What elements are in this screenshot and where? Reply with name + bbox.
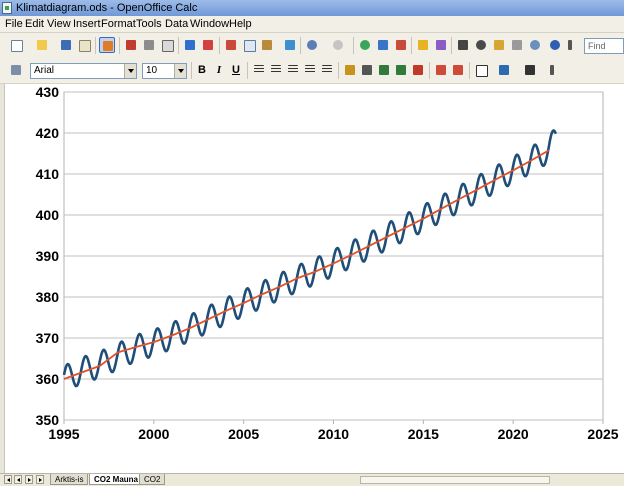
- menu-format[interactable]: Format: [100, 18, 137, 31]
- y-tick-label: 390: [36, 248, 60, 264]
- co2-chart[interactable]: 3503603703803904004104204301995 2000 2005 2…: [5, 84, 624, 473]
- font-size-value: 10: [146, 65, 158, 76]
- preview-icon[interactable]: [159, 37, 175, 53]
- menu-insert[interactable]: Insert: [72, 18, 102, 31]
- sheet-tab-co2-mauna[interactable]: CO2 Mauna: [89, 474, 144, 485]
- calc-app-icon: [2, 2, 12, 14]
- open-icon[interactable]: [34, 37, 50, 53]
- y-tick-label: 380: [36, 289, 60, 305]
- x-tick-label: 2015: [408, 426, 439, 442]
- background-color-icon[interactable]: [496, 62, 512, 78]
- datasource-icon[interactable]: [509, 37, 525, 53]
- hyperlink-icon[interactable]: [357, 37, 373, 53]
- x-tick-label: 2000: [138, 426, 169, 442]
- number-format-icon[interactable]: [376, 62, 392, 78]
- font-color-icon[interactable]: [522, 62, 538, 78]
- help-icon[interactable]: [547, 37, 563, 53]
- italic-button[interactable]: I: [212, 63, 226, 78]
- sheet-tab-co2[interactable]: CO2: [139, 474, 166, 485]
- save-icon[interactable]: [58, 37, 74, 53]
- sort-ascending-icon[interactable]: [375, 37, 391, 53]
- styles-icon[interactable]: [8, 62, 24, 78]
- draw-icon[interactable]: [433, 37, 449, 53]
- x-tick-label: 2010: [318, 426, 349, 442]
- align-right-icon[interactable]: [285, 62, 301, 78]
- cut-icon[interactable]: [223, 37, 239, 53]
- bold-button[interactable]: B: [195, 63, 209, 78]
- undo-icon[interactable]: [304, 37, 320, 53]
- last-sheet-icon[interactable]: [36, 475, 44, 484]
- font-size-dropdown-icon[interactable]: [174, 64, 186, 78]
- align-center-icon[interactable]: [268, 62, 284, 78]
- menu-data[interactable]: Data: [164, 18, 189, 31]
- edit-icon[interactable]: [99, 37, 115, 53]
- format-toolbar-overflow-icon[interactable]: [548, 62, 556, 78]
- gallery-icon[interactable]: [491, 37, 507, 53]
- align-left-icon[interactable]: [251, 62, 267, 78]
- menu-bar: File Edit View Insert Format Tools Data …: [0, 16, 624, 33]
- menu-file[interactable]: File: [4, 18, 24, 31]
- prev-sheet-icon[interactable]: [14, 475, 22, 484]
- merge-cells-icon[interactable]: [319, 62, 335, 78]
- spellcheck-icon[interactable]: [182, 37, 198, 53]
- font-name-select[interactable]: Arial: [30, 63, 137, 79]
- find-input[interactable]: Find: [584, 38, 624, 54]
- menu-tools[interactable]: Tools: [135, 18, 163, 31]
- delete-decimal-icon[interactable]: [410, 62, 426, 78]
- title-bar: Klimatdiagram.ods - OpenOffice Calc: [0, 0, 624, 16]
- navigator-icon[interactable]: [473, 37, 489, 53]
- currency-icon[interactable]: [342, 62, 358, 78]
- add-decimal-icon[interactable]: [393, 62, 409, 78]
- zoom-icon[interactable]: [527, 37, 543, 53]
- print-icon[interactable]: [141, 37, 157, 53]
- x-tick-label: 2020: [498, 426, 529, 442]
- y-tick-label: 400: [36, 207, 60, 223]
- menu-view[interactable]: View: [46, 18, 72, 31]
- percent-icon[interactable]: [359, 62, 375, 78]
- y-tick-label: 370: [36, 330, 60, 346]
- x-tick-label: 1995: [48, 426, 79, 442]
- pdf-icon[interactable]: [123, 37, 139, 53]
- x-tick-label: 2005: [228, 426, 259, 442]
- horizontal-scrollbar[interactable]: [360, 476, 550, 484]
- format-paintbrush-icon[interactable]: [282, 37, 298, 53]
- new-icon[interactable]: [8, 37, 24, 53]
- x-tick-label: 2025: [587, 426, 618, 442]
- font-name-dropdown-icon[interactable]: [124, 64, 136, 78]
- menu-window[interactable]: Window: [189, 18, 230, 31]
- redo-icon[interactable]: [330, 37, 346, 53]
- first-sheet-icon[interactable]: [4, 475, 12, 484]
- menu-help[interactable]: Help: [228, 18, 253, 31]
- sort-descending-icon[interactable]: [393, 37, 409, 53]
- sheet-tab-bar: Arktis-is CO2 Mauna CO2: [0, 473, 624, 486]
- find-replace-icon[interactable]: [455, 37, 471, 53]
- copy-icon[interactable]: [241, 37, 257, 53]
- paste-icon[interactable]: [259, 37, 275, 53]
- font-size-select[interactable]: 10: [142, 63, 187, 79]
- next-sheet-icon[interactable]: [25, 475, 33, 484]
- window-title: Klimatdiagram.ods - OpenOffice Calc: [16, 2, 198, 14]
- sheet-tab-arktis[interactable]: Arktis-is: [50, 474, 89, 485]
- underline-button[interactable]: U: [229, 63, 243, 78]
- y-tick-label: 360: [36, 371, 60, 387]
- formatting-toolbar: Arial 10 B I U: [0, 58, 624, 84]
- y-tick-label: 420: [36, 125, 60, 141]
- menu-edit[interactable]: Edit: [24, 18, 45, 31]
- borders-icon[interactable]: [473, 62, 489, 78]
- standard-toolbar: Find: [0, 33, 624, 59]
- y-tick-label: 430: [36, 84, 60, 100]
- y-tick-label: 410: [36, 166, 60, 182]
- decrease-indent-icon[interactable]: [433, 62, 449, 78]
- increase-indent-icon[interactable]: [450, 62, 466, 78]
- justify-icon[interactable]: [302, 62, 318, 78]
- toolbar-overflow-icon[interactable]: [566, 37, 574, 53]
- chart-icon[interactable]: [415, 37, 431, 53]
- email-icon[interactable]: [76, 37, 92, 53]
- font-name-value: Arial: [34, 65, 55, 76]
- autospell-icon[interactable]: [200, 37, 216, 53]
